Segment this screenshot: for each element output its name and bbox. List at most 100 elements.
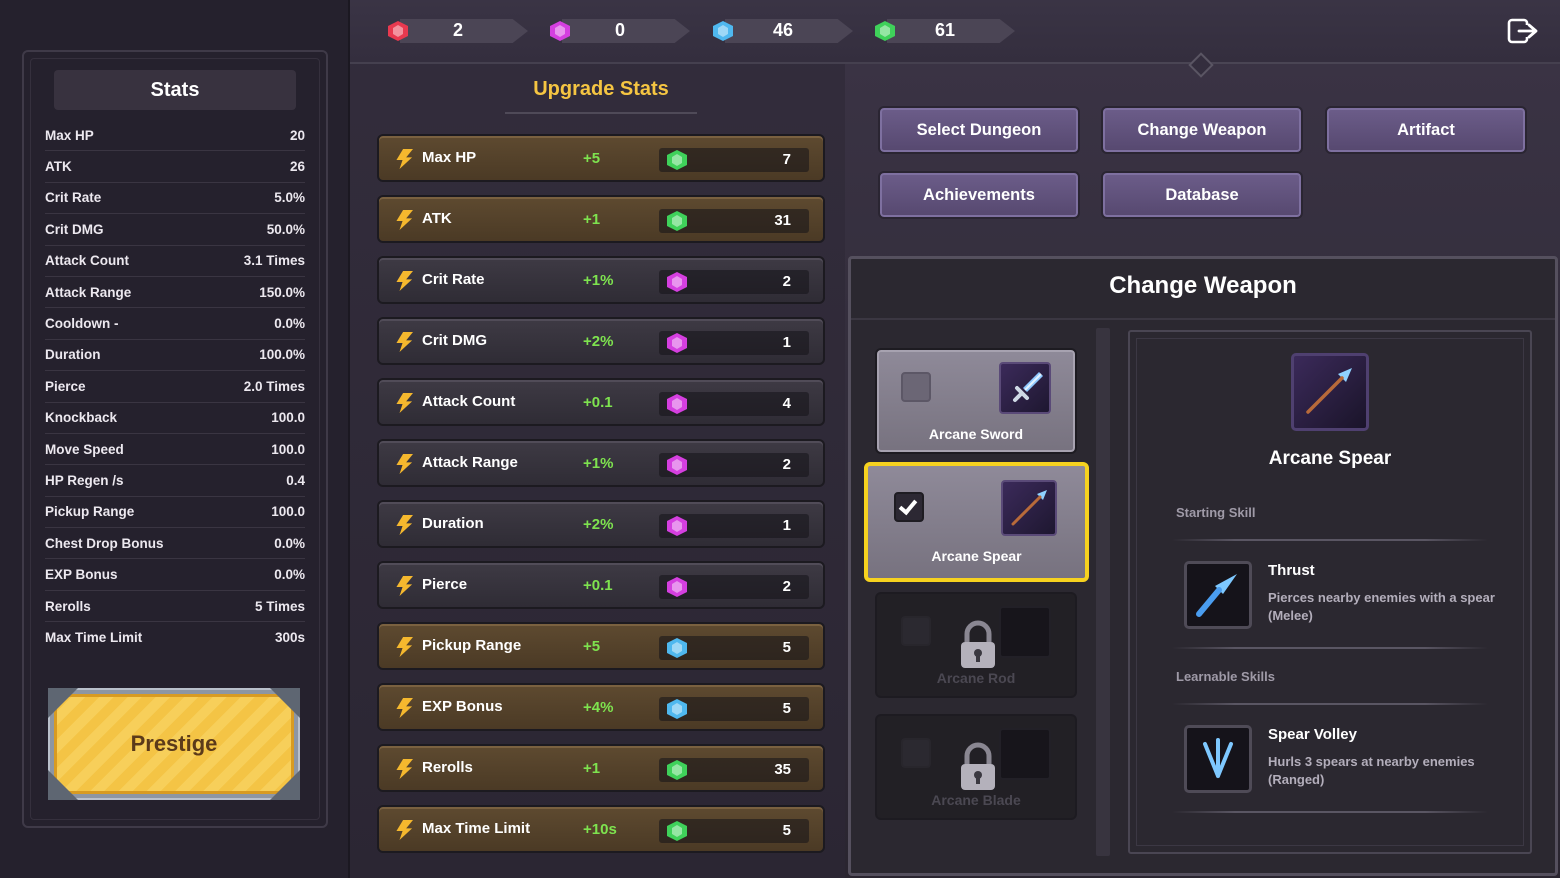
starting-skill-name: Thrust bbox=[1268, 562, 1315, 579]
upgrade-label: EXP Bonus bbox=[422, 698, 503, 715]
upgrade-cost-box: 31 bbox=[659, 209, 809, 233]
purple-gem-icon bbox=[667, 577, 687, 597]
spear-icon-graphic bbox=[1011, 490, 1047, 526]
stat-row: ATK 26 bbox=[45, 151, 305, 183]
upgrade-row[interactable]: Max Time Limit +10s 5 bbox=[377, 805, 825, 853]
upgrade-cost-box: 2 bbox=[659, 453, 809, 477]
currency-green: 61 bbox=[875, 16, 1015, 46]
thrust-skill-icon bbox=[1184, 561, 1252, 629]
select-dungeon-button[interactable]: Select Dungeon bbox=[878, 106, 1080, 154]
stat-label: Max HP bbox=[45, 127, 94, 143]
currency-value: 2 bbox=[452, 20, 463, 40]
upgrade-row[interactable]: Max HP +5 7 bbox=[377, 134, 825, 182]
upgrade-label: Crit Rate bbox=[422, 271, 485, 288]
exit-icon[interactable] bbox=[1507, 17, 1539, 45]
upgrade-cost: 2 bbox=[782, 456, 791, 473]
stat-value: 20 bbox=[289, 127, 305, 143]
blue-gem-icon bbox=[667, 699, 687, 719]
upgrade-row[interactable]: Attack Range +1% 2 bbox=[377, 439, 825, 487]
upgrade-label: Crit DMG bbox=[422, 332, 487, 349]
rod-icon bbox=[999, 606, 1051, 658]
upgrade-delta: +1 bbox=[583, 760, 601, 777]
database-button[interactable]: Database bbox=[1101, 171, 1303, 219]
sword-icon bbox=[999, 362, 1051, 414]
upgrade-cost: 5 bbox=[782, 700, 791, 717]
upgrade-cost: 5 bbox=[782, 639, 791, 656]
stats-title: Stats bbox=[54, 70, 296, 110]
upgrade-row[interactable]: Attack Count +0.1 4 bbox=[377, 378, 825, 426]
upgrade-cost-box: 7 bbox=[659, 148, 809, 172]
lightning-icon bbox=[396, 149, 413, 169]
upgrade-label: Max HP bbox=[422, 149, 477, 166]
upgrade-row[interactable]: Duration +2% 1 bbox=[377, 500, 825, 548]
starting-skill-label: Starting Skill bbox=[1176, 505, 1256, 520]
upgrade-row[interactable]: EXP Bonus +4% 5 bbox=[377, 683, 825, 731]
purple-gem-icon bbox=[667, 333, 687, 353]
upgrade-label: Pickup Range bbox=[422, 637, 522, 654]
stat-label: Rerolls bbox=[45, 598, 91, 614]
weapon-checkbox[interactable] bbox=[901, 372, 931, 402]
stat-row: Attack Range 150.0% bbox=[45, 277, 305, 309]
stat-row: Duration 100.0% bbox=[45, 340, 305, 372]
upgrade-row[interactable]: Pierce +0.1 2 bbox=[377, 561, 825, 609]
blade-icon bbox=[999, 728, 1051, 780]
purple-gem-icon bbox=[667, 394, 687, 414]
weapon-card-arcane-sword[interactable]: Arcane Sword bbox=[875, 348, 1077, 454]
upgrade-cost: 4 bbox=[782, 395, 791, 412]
stat-label: Duration bbox=[45, 347, 101, 363]
weapon-card-arcane-blade[interactable]: Arcane Blade bbox=[875, 714, 1077, 820]
weapon-list-scrollbar[interactable] bbox=[1096, 328, 1110, 856]
stat-value: 5 Times bbox=[254, 598, 305, 614]
upgrade-cost-box: 1 bbox=[659, 514, 809, 538]
upgrade-delta: +4% bbox=[583, 699, 614, 716]
upgrade-delta: +5 bbox=[583, 638, 601, 655]
green-gem-icon bbox=[667, 760, 687, 780]
learnable-skills-label: Learnable Skills bbox=[1176, 669, 1275, 684]
stat-row: Max Time Limit 300s bbox=[45, 622, 305, 653]
stat-value: 150.0% bbox=[259, 284, 305, 300]
stat-row: Pierce 2.0 Times bbox=[45, 371, 305, 403]
lightning-icon bbox=[396, 698, 413, 718]
upgrade-label: ATK bbox=[422, 210, 452, 227]
stat-value: 0.0% bbox=[274, 567, 305, 583]
upgrade-row[interactable]: Rerolls +1 35 bbox=[377, 744, 825, 792]
green-gem-icon bbox=[667, 821, 687, 841]
thrust-graphic bbox=[1196, 574, 1237, 617]
stat-list: Max HP 20 ATK 26 Crit Rate 5.0% Crit DMG 50.0% A… bbox=[45, 120, 305, 654]
weapon-checkbox[interactable] bbox=[894, 492, 924, 522]
upgrade-cost: 5 bbox=[782, 822, 791, 839]
change-weapon-button[interactable]: Change Weapon bbox=[1101, 106, 1303, 154]
stat-value: 2.0 Times bbox=[243, 378, 305, 394]
currency-value: 61 bbox=[934, 20, 956, 40]
currency-value: 0 bbox=[614, 20, 625, 40]
stat-row: HP Regen /s 0.4 bbox=[45, 465, 305, 497]
upgrade-cost-box: 4 bbox=[659, 392, 809, 416]
upgrade-delta: +1% bbox=[583, 455, 614, 472]
top-ornament bbox=[970, 62, 1430, 74]
blue-gem-icon bbox=[667, 638, 687, 658]
stat-value: 100.0 bbox=[271, 504, 305, 520]
upgrade-label: Attack Range bbox=[422, 454, 518, 471]
prestige-button[interactable]: Prestige bbox=[48, 688, 300, 800]
spear-volley-skill-icon bbox=[1184, 725, 1252, 793]
spear-icon bbox=[1001, 480, 1057, 536]
upgrade-label: Duration bbox=[422, 515, 484, 532]
upgrade-cost-box: 5 bbox=[659, 636, 809, 660]
upgrade-row[interactable]: Crit Rate +1% 2 bbox=[377, 256, 825, 304]
weapon-checkbox bbox=[901, 616, 931, 646]
upgrade-cost: 2 bbox=[782, 273, 791, 290]
weapon-card-arcane-rod[interactable]: Arcane Rod bbox=[875, 592, 1077, 698]
stat-value: 300s bbox=[274, 630, 305, 646]
lightning-icon bbox=[396, 393, 413, 413]
artifact-button[interactable]: Artifact bbox=[1325, 106, 1527, 154]
upgrade-row[interactable]: Pickup Range +5 5 bbox=[377, 622, 825, 670]
upgrade-delta: +1% bbox=[583, 272, 614, 289]
upgrade-row[interactable]: ATK +1 31 bbox=[377, 195, 825, 243]
stat-row: Crit Rate 5.0% bbox=[45, 183, 305, 215]
weapon-card-arcane-spear[interactable]: Arcane Spear bbox=[864, 462, 1089, 582]
upgrade-cost-box: 5 bbox=[659, 697, 809, 721]
starting-skill-description: Pierces nearby enemies with a spear (Mel… bbox=[1268, 590, 1495, 623]
stat-label: Crit Rate bbox=[45, 190, 102, 206]
upgrade-row[interactable]: Crit DMG +2% 1 bbox=[377, 317, 825, 365]
achievements-button[interactable]: Achievements bbox=[878, 171, 1080, 219]
